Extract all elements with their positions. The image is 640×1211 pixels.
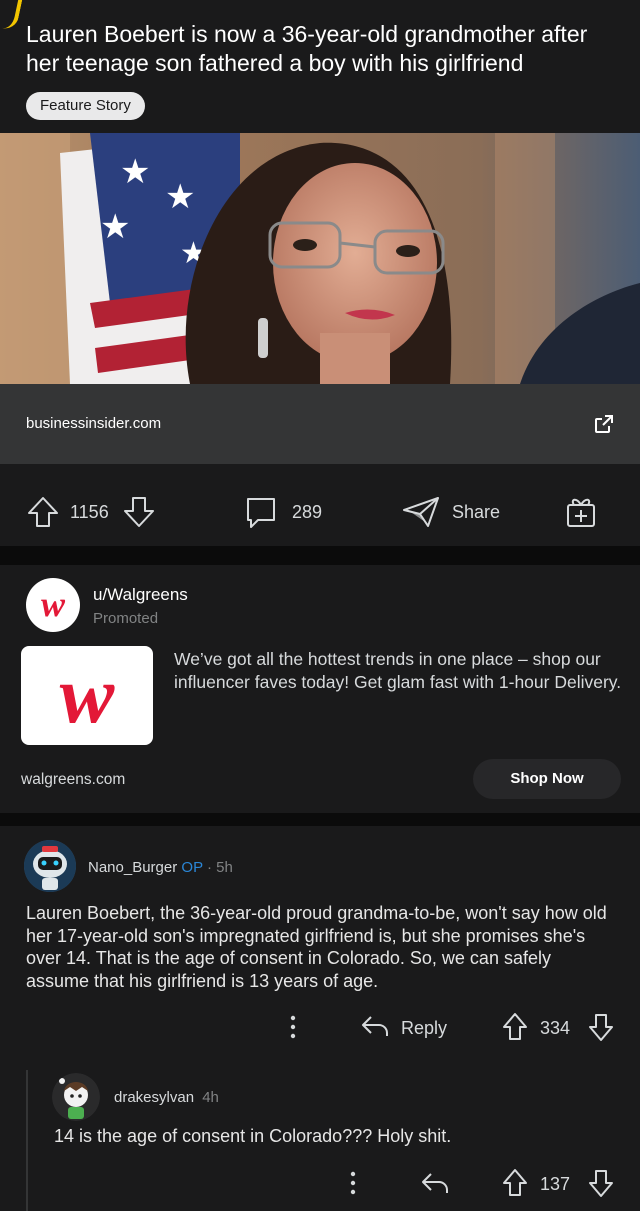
reply-time: 4h: [202, 1089, 219, 1106]
reply-reply-icon[interactable]: [421, 1171, 449, 1195]
commenter-avatar[interactable]: [24, 840, 76, 892]
shop-now-button[interactable]: Shop Now: [473, 759, 621, 799]
reply-author[interactable]: drakesylvan 4h: [114, 1089, 219, 1106]
reply-upvote-icon[interactable]: [502, 1168, 528, 1198]
link-domain[interactable]: businessinsider.com: [26, 415, 161, 432]
reply-downvote-icon[interactable]: [588, 1168, 614, 1198]
reply-icon[interactable]: [361, 1014, 389, 1038]
promo-username[interactable]: u/Walgreens: [93, 585, 188, 605]
svg-text:★: ★: [100, 207, 130, 247]
svg-text:★: ★: [120, 152, 150, 192]
promo-image[interactable]: w: [21, 646, 153, 745]
comment-icon[interactable]: [244, 496, 278, 530]
reply-author-avatar[interactable]: [52, 1073, 100, 1121]
reply-username[interactable]: drakesylvan: [114, 1089, 194, 1106]
award-icon[interactable]: [565, 495, 597, 529]
svg-text:w: w: [41, 584, 66, 624]
comment-downvote-icon[interactable]: [588, 1012, 614, 1042]
post-title[interactable]: Lauren Boebert is now a 36-year-old gran…: [26, 20, 626, 78]
promoted-label: Promoted: [93, 610, 159, 627]
svg-text:★: ★: [165, 177, 195, 217]
thread-line[interactable]: [26, 1070, 28, 1211]
share-icon[interactable]: [402, 496, 440, 528]
reply-button[interactable]: Reply: [401, 1018, 447, 1039]
comment-score: 334: [540, 1018, 571, 1038]
post-flair[interactable]: Feature Story: [26, 92, 145, 120]
downvote-icon[interactable]: [122, 495, 156, 529]
comment-count[interactable]: 289: [292, 502, 322, 523]
op-badge: OP: [181, 859, 203, 876]
comment-username[interactable]: Nano_Burger: [88, 859, 177, 876]
reply-score: 137: [540, 1174, 571, 1194]
post-image[interactable]: ★ ★ ★ ★: [0, 133, 640, 384]
reply-more-options-icon[interactable]: [346, 1170, 360, 1196]
share-button[interactable]: Share: [452, 502, 500, 523]
comment-upvote-icon[interactable]: [502, 1012, 528, 1042]
comment-body: Lauren Boebert, the 36-year-old proud gr…: [26, 903, 607, 991]
upvote-icon[interactable]: [26, 495, 60, 529]
reply-body: 14 is the age of consent in Colorado??? …: [54, 1126, 452, 1146]
post-score: 1156: [70, 502, 109, 522]
comment-author[interactable]: Nano_Burger OP · 5h: [88, 859, 233, 876]
comment-time: · 5h: [206, 859, 233, 876]
walgreens-avatar[interactable]: w: [26, 578, 80, 632]
promo-text[interactable]: We’ve got all the hottest trends in one …: [174, 648, 624, 693]
promo-domain[interactable]: walgreens.com: [21, 771, 125, 789]
external-link-icon[interactable]: [594, 414, 614, 434]
svg-text:w: w: [60, 649, 115, 740]
more-options-icon[interactable]: [286, 1014, 300, 1040]
